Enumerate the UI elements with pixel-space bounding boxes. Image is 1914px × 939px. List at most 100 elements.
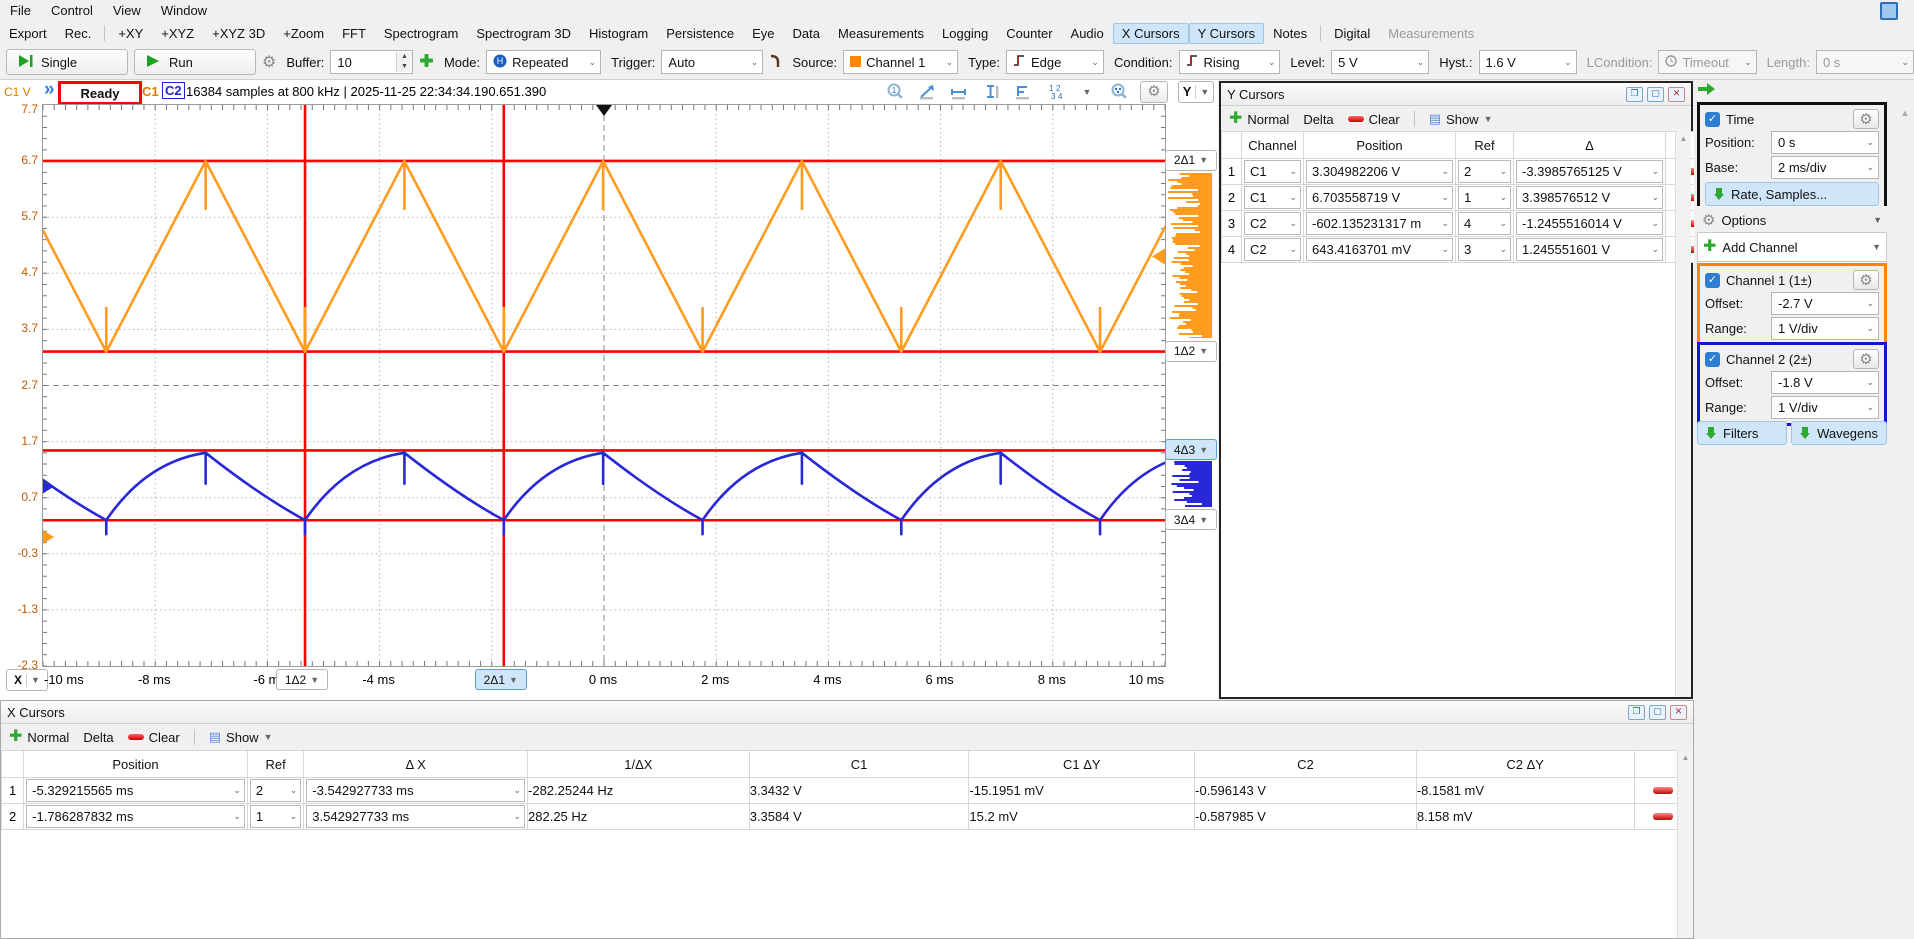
- y-cursor-marker-2Δ1[interactable]: 2Δ1▼: [1165, 150, 1217, 171]
- channel1-gear-button[interactable]: ⚙: [1853, 270, 1879, 290]
- add-normal-cursor-button[interactable]: ✚Normal: [9, 730, 69, 745]
- channel1-checkbox[interactable]: ✓: [1705, 273, 1720, 288]
- position-select[interactable]: -602.135231317 m⌄: [1306, 212, 1453, 235]
- delta-select[interactable]: -3.3985765125 V⌄: [1516, 160, 1663, 183]
- maximize-icon[interactable]: ▢: [1649, 705, 1666, 720]
- add-normal-cursor-button[interactable]: ✚Normal: [1229, 112, 1289, 127]
- clear-cursors-button[interactable]: Clear: [128, 730, 180, 745]
- restore-icon[interactable]: ❐: [1628, 705, 1645, 720]
- tab-x-cursors[interactable]: X Cursors: [1113, 23, 1189, 44]
- tab--xyz-3d[interactable]: +XYZ 3D: [203, 23, 274, 44]
- position-select[interactable]: -5.329215565 ms⌄: [26, 779, 245, 802]
- wavegens-button[interactable]: Wavegens: [1791, 421, 1887, 445]
- delta-select[interactable]: -1.2455516014 V⌄: [1516, 212, 1663, 235]
- rate-samples-button[interactable]: Rate, Samples...: [1705, 182, 1879, 206]
- tab-counter[interactable]: Counter: [997, 23, 1061, 44]
- tab-fft[interactable]: FFT: [333, 23, 375, 44]
- filters-button[interactable]: Filters: [1697, 421, 1787, 445]
- tab-data[interactable]: Data: [784, 23, 829, 44]
- measure-vertical-icon[interactable]: [980, 82, 1002, 102]
- waveform-canvas[interactable]: [42, 104, 1166, 667]
- x-axis-menu-button[interactable]: X▼: [6, 669, 48, 691]
- tab-measurements[interactable]: Measurements: [1379, 23, 1483, 44]
- channel-select[interactable]: C1⌄: [1244, 186, 1301, 209]
- single-button[interactable]: Single: [6, 49, 128, 75]
- channel2-gear-button[interactable]: ⚙: [1853, 349, 1879, 369]
- tab-export[interactable]: Export: [0, 23, 56, 44]
- options-row[interactable]: ⚙ Options ▼: [1697, 206, 1887, 234]
- dx-select[interactable]: -3.542927733 ms⌄: [306, 779, 525, 802]
- position-select[interactable]: 643.4163701 mV⌄: [1306, 238, 1453, 261]
- tab-spectrogram[interactable]: Spectrogram: [375, 23, 467, 44]
- waveform-c2[interactable]: [42, 453, 1166, 534]
- run-button[interactable]: Run: [134, 49, 256, 75]
- x-cursors-scrollbar[interactable]: ▲: [1677, 750, 1693, 938]
- x-cursor-marker-2Δ1[interactable]: 2Δ1▼: [475, 669, 527, 690]
- expand-arrow-icon[interactable]: [1698, 82, 1716, 99]
- tab-measurements[interactable]: Measurements: [829, 23, 933, 44]
- digits-icon[interactable]: 1234: [1044, 82, 1066, 102]
- tab-digital[interactable]: Digital: [1325, 23, 1379, 44]
- measure-free-icon[interactable]: [916, 82, 938, 102]
- close-icon[interactable]: ✕: [1670, 705, 1687, 720]
- select-timeout[interactable]: Timeout⌄: [1658, 50, 1756, 74]
- channel1-range-select[interactable]: 1 V/div⌄: [1771, 317, 1879, 340]
- x-cursor-marker-1Δ2[interactable]: 1Δ2▼: [276, 669, 328, 690]
- select-1-6-v[interactable]: 1.6 V⌄: [1479, 50, 1577, 74]
- spin-arrows[interactable]: ▲▼: [396, 52, 412, 72]
- gear-icon[interactable]: ⚙: [262, 55, 276, 70]
- ref-select[interactable]: 2⌄: [250, 779, 301, 802]
- ref-select[interactable]: 2⌄: [1458, 160, 1511, 183]
- c1-zero-marker[interactable]: [43, 530, 54, 544]
- ref-select[interactable]: 3⌄: [1458, 238, 1511, 261]
- select-auto[interactable]: Auto⌄: [661, 50, 763, 74]
- y-cursor-marker-1Δ2[interactable]: 1Δ2▼: [1165, 341, 1217, 362]
- show-menu-button[interactable]: ▤Show▼: [209, 729, 273, 745]
- channel-select[interactable]: C2⌄: [1244, 238, 1301, 261]
- channel2-range-select[interactable]: 1 V/div⌄: [1771, 396, 1879, 419]
- menu-file[interactable]: File: [0, 1, 41, 20]
- window-icon[interactable]: [1880, 2, 1910, 18]
- tab-audio[interactable]: Audio: [1062, 23, 1113, 44]
- clear-cursors-button[interactable]: Clear: [1348, 112, 1400, 127]
- time-gear-button[interactable]: ⚙: [1853, 109, 1879, 129]
- channel2-checkbox[interactable]: ✓: [1705, 352, 1720, 367]
- select-5-v[interactable]: 5 V⌄: [1331, 50, 1429, 74]
- select-rising[interactable]: Rising⌄: [1179, 50, 1281, 74]
- y-cursor-marker-4Δ3[interactable]: 4Δ3▼: [1165, 439, 1217, 460]
- trigger-position-marker[interactable]: [596, 105, 612, 116]
- maximize-icon[interactable]: ▢: [1647, 87, 1664, 102]
- tab-persistence[interactable]: Persistence: [657, 23, 743, 44]
- time-base-select[interactable]: 2 ms/div⌄: [1771, 156, 1879, 179]
- position-select[interactable]: 6.703558719 V⌄: [1306, 186, 1453, 209]
- tab-rec-[interactable]: Rec.: [56, 23, 101, 44]
- restore-icon[interactable]: ❐: [1626, 87, 1643, 102]
- ref-select[interactable]: 1⌄: [1458, 186, 1511, 209]
- tab-eye[interactable]: Eye: [743, 23, 783, 44]
- ref-select[interactable]: 1⌄: [250, 805, 301, 828]
- channel2-offset-select[interactable]: -1.8 V⌄: [1771, 371, 1879, 394]
- delta-select[interactable]: 1.245551601 V⌄: [1516, 238, 1663, 261]
- select-repeated[interactable]: HRepeated⌄: [486, 50, 601, 74]
- y-cursors-scrollbar[interactable]: ▲: [1675, 131, 1691, 697]
- select-edge[interactable]: Edge⌄: [1006, 50, 1104, 74]
- tab-y-cursors[interactable]: Y Cursors: [1189, 23, 1265, 44]
- menu-control[interactable]: Control: [41, 1, 103, 20]
- select-channel-1[interactable]: Channel 1⌄: [843, 50, 958, 74]
- channel1-offset-select[interactable]: -2.7 V⌄: [1771, 292, 1879, 315]
- tab--xy[interactable]: +XY: [109, 23, 152, 44]
- menu-window[interactable]: Window: [151, 1, 217, 20]
- plus-icon[interactable]: [419, 53, 434, 71]
- position-select[interactable]: -1.786287832 ms⌄: [26, 805, 245, 828]
- select-0-s[interactable]: 0 s⌄: [1816, 50, 1914, 74]
- measure-menu-caret[interactable]: ▼: [1076, 82, 1098, 102]
- tab-notes[interactable]: Notes: [1264, 23, 1316, 44]
- y-cursor-marker-3Δ4[interactable]: 3Δ4▼: [1165, 509, 1217, 530]
- measure-horizontal-icon[interactable]: [948, 82, 970, 102]
- tab-logging[interactable]: Logging: [933, 23, 997, 44]
- close-icon[interactable]: ✕: [1668, 87, 1685, 102]
- show-menu-button[interactable]: ▤Show▼: [1429, 111, 1493, 127]
- c2-zero-marker[interactable]: [43, 479, 54, 493]
- time-checkbox[interactable]: ✓: [1705, 112, 1720, 127]
- tab--xyz[interactable]: +XYZ: [152, 23, 203, 44]
